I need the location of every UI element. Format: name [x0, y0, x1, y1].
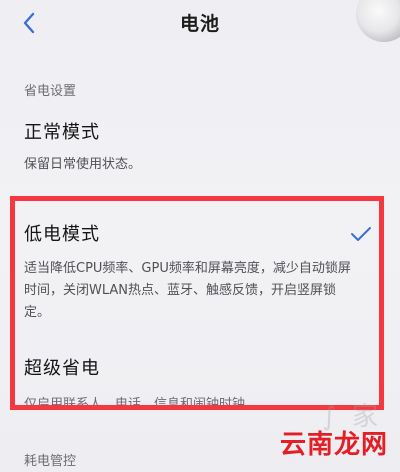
mode-option-low-power[interactable]: 低电模式 适当降低CPU频率、GPU频率和屏幕亮度，减少自动锁屏 时间，关闭WL… — [0, 206, 400, 330]
page-title: 电池 — [179, 13, 220, 35]
mode-desc-super-saver: 仅启用联系人、电话、信息和闹钟时钟 — [24, 397, 246, 412]
watermark: ∫ 家 云南龙网 — [216, 402, 396, 472]
watermark-text: 云南龙网 — [279, 430, 388, 460]
mode-title-low-power: 低电模式 — [24, 224, 100, 245]
mode-desc-low-power-line-2: 时间，关闭WLAN热点、蓝牙、触感反馈，开启竖屏锁 — [24, 283, 337, 298]
section-label-consumption-control[interactable]: 耗电管控 — [24, 450, 76, 469]
mode-desc-normal: 保留日常使用状态。 — [24, 157, 142, 172]
battery-settings-screen: 电池 省电设置 正常模式 保留日常使用状态。 低电模式 适当降低CPU频率、GP… — [0, 0, 400, 472]
mode-title-super-saver: 超级省电 — [24, 358, 100, 379]
mode-desc-low-power-line-1: 适当降低CPU频率、GPU频率和屏幕亮度，减少自动锁屏 — [24, 261, 351, 276]
section-label-power-settings: 省电设置 — [24, 84, 77, 99]
checkmark-icon — [351, 227, 371, 241]
mode-desc-low-power-line-3: 定。 — [24, 305, 51, 320]
header-bar: 电池 — [0, 0, 400, 48]
mode-option-normal[interactable]: 正常模式 保留日常使用状态。 — [0, 108, 400, 188]
mode-title-normal: 正常模式 — [24, 122, 100, 143]
